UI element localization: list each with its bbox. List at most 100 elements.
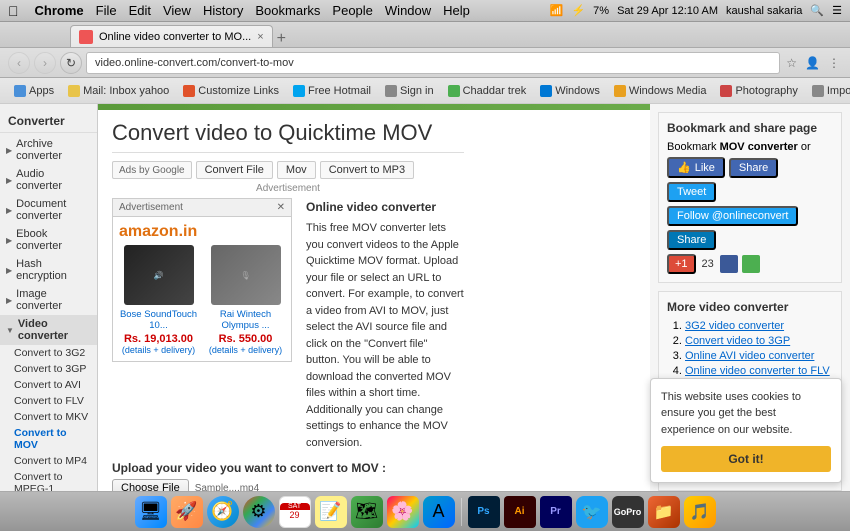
sidebar-sub-flv[interactable]: Convert to FLV bbox=[0, 393, 97, 409]
sidebar-item-ebook[interactable]: ▶ Ebook converter bbox=[0, 225, 97, 255]
reload-button[interactable]: ↻ bbox=[60, 52, 82, 74]
dock-premiere[interactable]: Pr bbox=[540, 496, 572, 528]
settings-icon[interactable]: ⋮ bbox=[828, 56, 840, 70]
sidebar-sub-3g2[interactable]: Convert to 3G2 bbox=[0, 345, 97, 361]
sidebar-sub-mp4[interactable]: Convert to MP4 bbox=[0, 453, 97, 469]
sidebar-item-archive[interactable]: ▶ Archive converter bbox=[0, 135, 97, 165]
people-menu[interactable]: People bbox=[332, 3, 372, 18]
product-rai-detail[interactable]: (details + delivery) bbox=[206, 345, 285, 355]
twitter-follow-button[interactable]: Follow @onlineconvert bbox=[667, 206, 798, 226]
dock-illustrator[interactable]: Ai bbox=[504, 496, 536, 528]
bookmark-signin[interactable]: Sign in bbox=[379, 83, 440, 99]
like-label: Like bbox=[695, 162, 715, 174]
dock-finder[interactable]: 🖥 bbox=[135, 496, 167, 528]
list-item: Online video converter to FLV bbox=[685, 365, 833, 377]
choose-file-button[interactable]: Choose File bbox=[112, 479, 189, 491]
edit-menu[interactable]: Edit bbox=[129, 3, 151, 18]
account-icon[interactable]: 👤 bbox=[805, 56, 820, 70]
notification-icon[interactable]: ☰ bbox=[832, 4, 842, 17]
sidebar-sub-mov[interactable]: Convert to MOV bbox=[0, 425, 97, 453]
convert-file-button[interactable]: Convert File bbox=[196, 161, 273, 179]
new-tab-button[interactable]: + bbox=[277, 31, 286, 47]
bookmark-hotmail[interactable]: Free Hotmail bbox=[287, 83, 377, 99]
gplus-button[interactable]: +1 bbox=[667, 254, 696, 274]
dock-twitter[interactable]: 🐦 bbox=[576, 496, 608, 528]
dock-calendar[interactable]: SAT 29 bbox=[279, 496, 311, 528]
sidebar-item-video[interactable]: ▼ Video converter bbox=[0, 315, 97, 345]
converter-link-3g2[interactable]: 3G2 video converter bbox=[685, 320, 833, 332]
dock-gopro[interactable]: GoPro bbox=[612, 496, 644, 528]
sidebar-item-audio[interactable]: ▶ Audio converter bbox=[0, 165, 97, 195]
bookmark-photo-label: Photography bbox=[735, 85, 797, 97]
gplus-count: 23 bbox=[702, 258, 714, 270]
bluetooth-icon: ⚡ bbox=[571, 4, 585, 17]
history-menu[interactable]: History bbox=[203, 3, 243, 18]
back-button[interactable]: ‹ bbox=[8, 52, 30, 74]
dock-filezilla[interactable]: 📁 bbox=[648, 496, 680, 528]
bookmark-chaddar[interactable]: Chaddar trek bbox=[442, 83, 533, 99]
dock-chrome[interactable]: ⚙ bbox=[243, 496, 275, 528]
dock-launchpad[interactable]: 🚀 bbox=[171, 496, 203, 528]
sidebar-sub-mkv[interactable]: Convert to MKV bbox=[0, 409, 97, 425]
bookmark-windows[interactable]: Windows bbox=[534, 83, 606, 99]
ad-close-x[interactable]: ✕ bbox=[277, 202, 285, 213]
apple-menu[interactable]:  bbox=[8, 3, 19, 19]
converter-link-3gp[interactable]: Convert video to 3GP bbox=[685, 335, 833, 347]
mov-converter-link[interactable]: MOV converter bbox=[720, 141, 798, 153]
bookmarks-menu[interactable]: Bookmarks bbox=[255, 3, 320, 18]
bookmark-imported[interactable]: Imported From IE bbox=[806, 83, 850, 99]
share-icon-blue[interactable] bbox=[720, 255, 738, 273]
converter-link-avi[interactable]: Online AVI video converter bbox=[685, 350, 833, 362]
bookmark-photo[interactable]: Photography bbox=[714, 83, 803, 99]
share-icon-green[interactable] bbox=[742, 255, 760, 273]
sidebar-item-hash[interactable]: ▶ Hash encryption bbox=[0, 255, 97, 285]
chaddar-favicon bbox=[448, 85, 460, 97]
browser-tab[interactable]: Online video converter to MO... × bbox=[70, 25, 273, 47]
mov-button[interactable]: Mov bbox=[277, 161, 316, 179]
product-bose-detail[interactable]: (details + delivery) bbox=[119, 345, 198, 355]
facebook-like-button[interactable]: 👍 Like bbox=[667, 157, 725, 178]
help-menu[interactable]: Help bbox=[443, 3, 470, 18]
dock-photos[interactable]: 🌸 bbox=[387, 496, 419, 528]
converter-link-flv[interactable]: Online video converter to FLV bbox=[685, 365, 833, 377]
more-converter-title: More video converter bbox=[667, 300, 833, 314]
sidebar-sub-mpeg1[interactable]: Convert to MPEG-1 bbox=[0, 469, 97, 491]
dock-notes[interactable]: 📝 bbox=[315, 496, 347, 528]
convert-mp3-button[interactable]: Convert to MP3 bbox=[320, 161, 414, 179]
dock-photoshop[interactable]: Ps bbox=[468, 496, 500, 528]
follow-label: Follow @onlineconvert bbox=[677, 210, 788, 222]
facebook-share-button[interactable]: Share bbox=[729, 158, 778, 178]
sidebar-item-document[interactable]: ▶ Document converter bbox=[0, 195, 97, 225]
ads-label: Ads by Google bbox=[119, 165, 185, 176]
menu-bar:  Chrome File Edit View History Bookmark… bbox=[0, 0, 850, 22]
dock-appstore[interactable]: A bbox=[423, 496, 455, 528]
bookmark-imported-label: Imported From IE bbox=[827, 85, 850, 97]
bookmark-mail[interactable]: Mail: Inbox yahoo bbox=[62, 83, 175, 99]
sidebar-sub-3gp[interactable]: Convert to 3GP bbox=[0, 361, 97, 377]
sidebar-item-image[interactable]: ▶ Image converter bbox=[0, 285, 97, 315]
spotlight-icon[interactable]: 🔍 bbox=[810, 4, 824, 17]
bookmark-customize[interactable]: Customize Links bbox=[177, 83, 285, 99]
view-menu[interactable]: View bbox=[163, 3, 191, 18]
address-bar[interactable]: video.online-convert.com/convert-to-mov bbox=[86, 52, 780, 74]
file-menu[interactable]: File bbox=[96, 3, 117, 18]
bookmark-apps[interactable]: Apps bbox=[8, 83, 60, 99]
app-name-menu[interactable]: Chrome bbox=[35, 3, 84, 18]
sidebar-sub-avi[interactable]: Convert to AVI bbox=[0, 377, 97, 393]
twitter-tweet-button[interactable]: Tweet bbox=[667, 182, 716, 202]
got-it-button[interactable]: Got it! bbox=[661, 446, 831, 472]
bookmark-star-icon[interactable]: ☆ bbox=[786, 56, 797, 70]
window-menu[interactable]: Window bbox=[385, 3, 431, 18]
forward-button[interactable]: › bbox=[34, 52, 56, 74]
bookmark-winmedia[interactable]: Windows Media bbox=[608, 83, 713, 99]
dock-maps[interactable]: 🗺 bbox=[351, 496, 383, 528]
product-bose-name[interactable]: Bose SoundTouch 10... bbox=[119, 309, 198, 331]
nav-bar: ‹ › ↻ video.online-convert.com/convert-t… bbox=[0, 48, 850, 78]
dock-safari[interactable]: 🧭 bbox=[207, 496, 239, 528]
social-row-tw: Tweet bbox=[667, 182, 833, 202]
more-share-icons bbox=[720, 255, 760, 273]
dock-itunes[interactable]: 🎵 bbox=[684, 496, 716, 528]
product-rai-name[interactable]: Rai Wintech Olympus ... bbox=[206, 309, 285, 331]
linkedin-share-button[interactable]: Share bbox=[667, 230, 716, 250]
tab-close-button[interactable]: × bbox=[257, 31, 263, 43]
